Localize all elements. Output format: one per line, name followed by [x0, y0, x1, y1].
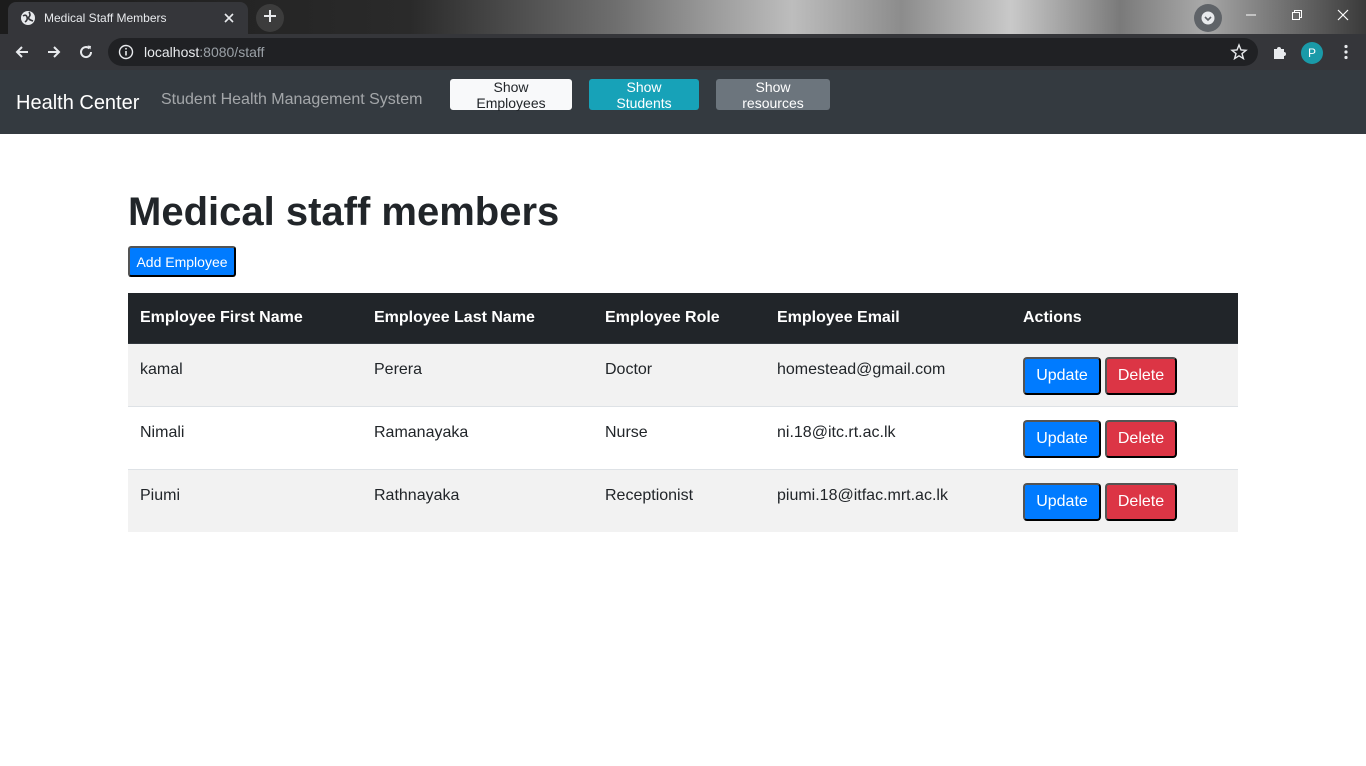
update-button[interactable]: Update: [1023, 482, 1101, 521]
tab-title: Medical Staff Members: [44, 11, 167, 25]
star-icon[interactable]: [1230, 43, 1248, 61]
delete-button[interactable]: Delete: [1105, 356, 1177, 395]
url-path: :8080/staff: [199, 44, 265, 60]
close-icon: [1337, 9, 1349, 21]
app-navbar: Health Center Student Health Management …: [0, 70, 1366, 134]
puzzle-icon: [1274, 47, 1286, 59]
window-close-button[interactable]: [1320, 0, 1366, 30]
cell-last-name: Perera: [362, 342, 593, 406]
cell-email: ni.18@itc.rt.ac.lk: [765, 405, 1011, 469]
avatar[interactable]: P: [1301, 42, 1323, 64]
browser-tab[interactable]: Medical Staff Members: [8, 2, 248, 34]
cell-actions: Update Delete: [1011, 405, 1238, 469]
show-students-button[interactable]: Show Students: [589, 79, 699, 111]
cell-role: Receptionist: [593, 468, 765, 532]
restore-button[interactable]: [1274, 0, 1320, 30]
delete-button[interactable]: Delete: [1105, 482, 1177, 521]
cell-first-name: Nimali: [128, 405, 362, 469]
cell-email: piumi.18@itfac.mrt.ac.lk: [765, 468, 1011, 532]
browser-tab-strip: Medical Staff Members: [0, 0, 1366, 34]
cell-actions: Update Delete: [1011, 468, 1238, 532]
reload-button[interactable]: [72, 38, 100, 66]
tab-search-button[interactable]: [1194, 4, 1222, 32]
minimize-icon: [1246, 14, 1256, 16]
brand-link[interactable]: Health Center: [16, 92, 139, 115]
page-title: Medical staff members: [128, 190, 560, 234]
table-header-row: Employee First Name Employee Last Name E…: [128, 293, 1238, 344]
header-last-name: Employee Last Name: [362, 293, 593, 344]
kebab-menu-icon: [1344, 44, 1348, 60]
globe-icon: [20, 10, 36, 26]
nav-subtitle-link[interactable]: Student Health Management System: [161, 91, 422, 109]
staff-table: Employee First Name Employee Last Name E…: [128, 293, 1238, 532]
cell-last-name: Rathnayaka: [362, 468, 593, 532]
forward-button[interactable]: [40, 38, 68, 66]
forward-arrow-icon: [48, 46, 61, 58]
table-row: Nimali Ramanayaka Nurse ni.18@itc.rt.ac.…: [128, 405, 1238, 469]
back-button[interactable]: [8, 38, 36, 66]
update-button[interactable]: Update: [1023, 356, 1101, 395]
show-employees-button[interactable]: Show Employees: [450, 79, 572, 111]
cell-role: Nurse: [593, 405, 765, 469]
chevron-down-icon: [1201, 11, 1215, 25]
header-email: Employee Email: [765, 293, 1011, 344]
reload-icon: [80, 45, 93, 59]
info-icon[interactable]: [118, 44, 134, 60]
plus-icon: [263, 9, 277, 28]
update-button[interactable]: Update: [1023, 419, 1101, 458]
browser-menu-button[interactable]: [1336, 42, 1356, 62]
table-row: kamal Perera Doctor homestead@gmail.com …: [128, 342, 1238, 406]
delete-button[interactable]: Delete: [1105, 419, 1177, 458]
cell-actions: Update Delete: [1011, 342, 1238, 406]
url-text: localhost:8080/staff: [144, 44, 264, 60]
add-employee-button[interactable]: Add Employee: [128, 246, 236, 277]
table-row: Piumi Rathnayaka Receptionist piumi.18@i…: [128, 468, 1238, 532]
close-icon[interactable]: [220, 9, 238, 27]
restore-icon: [1292, 10, 1302, 20]
cell-first-name: Piumi: [128, 468, 362, 532]
new-tab-button[interactable]: [256, 4, 284, 32]
address-bar[interactable]: localhost:8080/staff: [108, 38, 1258, 66]
cell-email: homestead@gmail.com: [765, 342, 1011, 406]
back-arrow-icon: [15, 46, 28, 58]
cell-role: Doctor: [593, 342, 765, 406]
cell-first-name: kamal: [128, 342, 362, 406]
header-first-name: Employee First Name: [128, 293, 362, 344]
cell-last-name: Ramanayaka: [362, 405, 593, 469]
header-role: Employee Role: [593, 293, 765, 344]
minimize-button[interactable]: [1228, 0, 1274, 30]
show-resources-button[interactable]: Show resources: [716, 79, 830, 111]
extensions-button[interactable]: [1270, 42, 1290, 62]
url-host: localhost: [144, 44, 200, 60]
header-actions: Actions: [1011, 293, 1238, 344]
browser-toolbar: localhost:8080/staff P: [0, 34, 1366, 70]
